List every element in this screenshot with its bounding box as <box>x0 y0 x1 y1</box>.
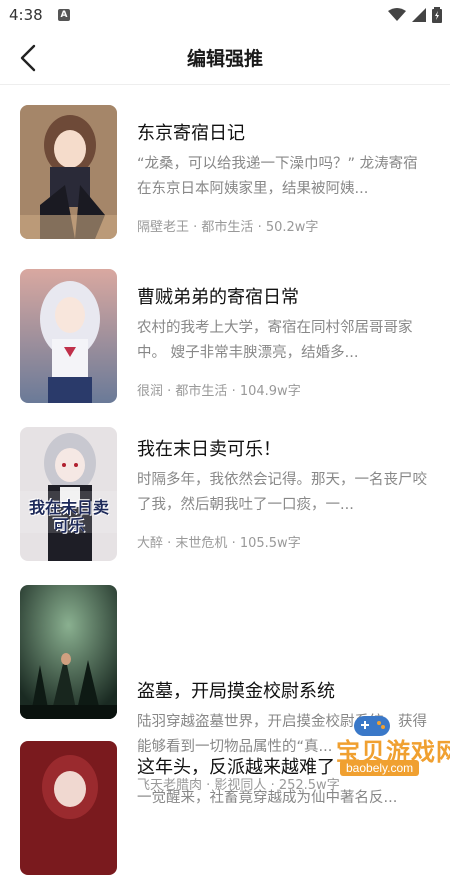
book-item[interactable]: 我在末日卖可乐 我在末日卖可乐！ 时隔多年，我依然会记得。那天，一名丧尸咬了我，… <box>0 407 450 565</box>
book-cover <box>20 585 117 719</box>
page-title: 编辑强推 <box>186 48 263 70</box>
book-author: 大醉 <box>137 536 164 551</box>
book-category: 都市生活 <box>175 384 228 399</box>
book-meta: 很润 · 都市生活 · 104.9w字 <box>137 384 301 399</box>
book-item[interactable]: 曹贼弟弟的寄宿日常 农村的我考上大学，寄宿在同村邻居哥哥家中。 嫂子非常丰腴漂亮… <box>0 243 450 403</box>
book-cover <box>20 269 117 403</box>
book-title: 曹贼弟弟的寄宿日常 <box>137 287 299 308</box>
book-description: “龙桑，可以给我递一下澡巾吗？” 龙涛寄宿在东京日本阿姨家里，结果被阿姨... <box>137 156 418 197</box>
cover-title-text: 我在末日卖可乐 <box>28 498 109 535</box>
wifi-icon <box>388 8 406 21</box>
book-title: 盗墓，开局摸金校尉系统 <box>137 681 335 702</box>
watermark-url: baobely.com <box>340 760 420 776</box>
book-category: 末世危机 <box>175 536 228 551</box>
book-word-count: 50.2w字 <box>265 220 319 235</box>
status-time: 4:38 <box>9 6 43 24</box>
watermark-logo: 宝贝游戏网 baobely.com <box>300 712 450 800</box>
book-meta: 大醉 · 末世危机 · 105.5w字 <box>137 536 301 551</box>
book-cover: 我在末日卖可乐 <box>20 427 117 561</box>
notification-icon: A <box>58 9 70 21</box>
book-category: 都市生活 <box>201 220 254 235</box>
book-description: 时隔多年，我依然会记得。那天，一名丧尸咬了我，然后朝我吐了一口痰，一... <box>137 472 427 513</box>
book-cover <box>20 741 117 875</box>
book-cover <box>20 105 117 239</box>
header: 编辑强推 <box>0 32 450 84</box>
status-icons <box>388 7 442 23</box>
book-item[interactable]: 东京寄宿日记 “龙桑，可以给我递一下澡巾吗？” 龙涛寄宿在东京日本阿姨家里，结果… <box>0 85 450 243</box>
book-author: 很润 <box>137 384 164 399</box>
book-title: 东京寄宿日记 <box>137 123 245 144</box>
status-bar: 4:38 A <box>0 0 450 32</box>
book-author: 隔壁老王 <box>137 220 190 235</box>
book-title: 我在末日卖可乐！ <box>137 439 281 460</box>
book-word-count: 104.9w字 <box>239 384 301 399</box>
book-word-count: 105.5w字 <box>239 536 301 551</box>
book-item[interactable]: 盗墓，开局摸金校尉系统 陆羽穿越盗墓世界，开启摸金校尉系统，获得能够看到一切物品… <box>0 565 450 793</box>
signal-icon <box>412 8 426 22</box>
book-description: 农村的我考上大学，寄宿在同村邻居哥哥家中。 嫂子非常丰腴漂亮，结婚多... <box>137 320 413 361</box>
book-meta: 隔壁老王 · 都市生活 · 50.2w字 <box>137 220 319 235</box>
battery-icon <box>432 7 442 23</box>
